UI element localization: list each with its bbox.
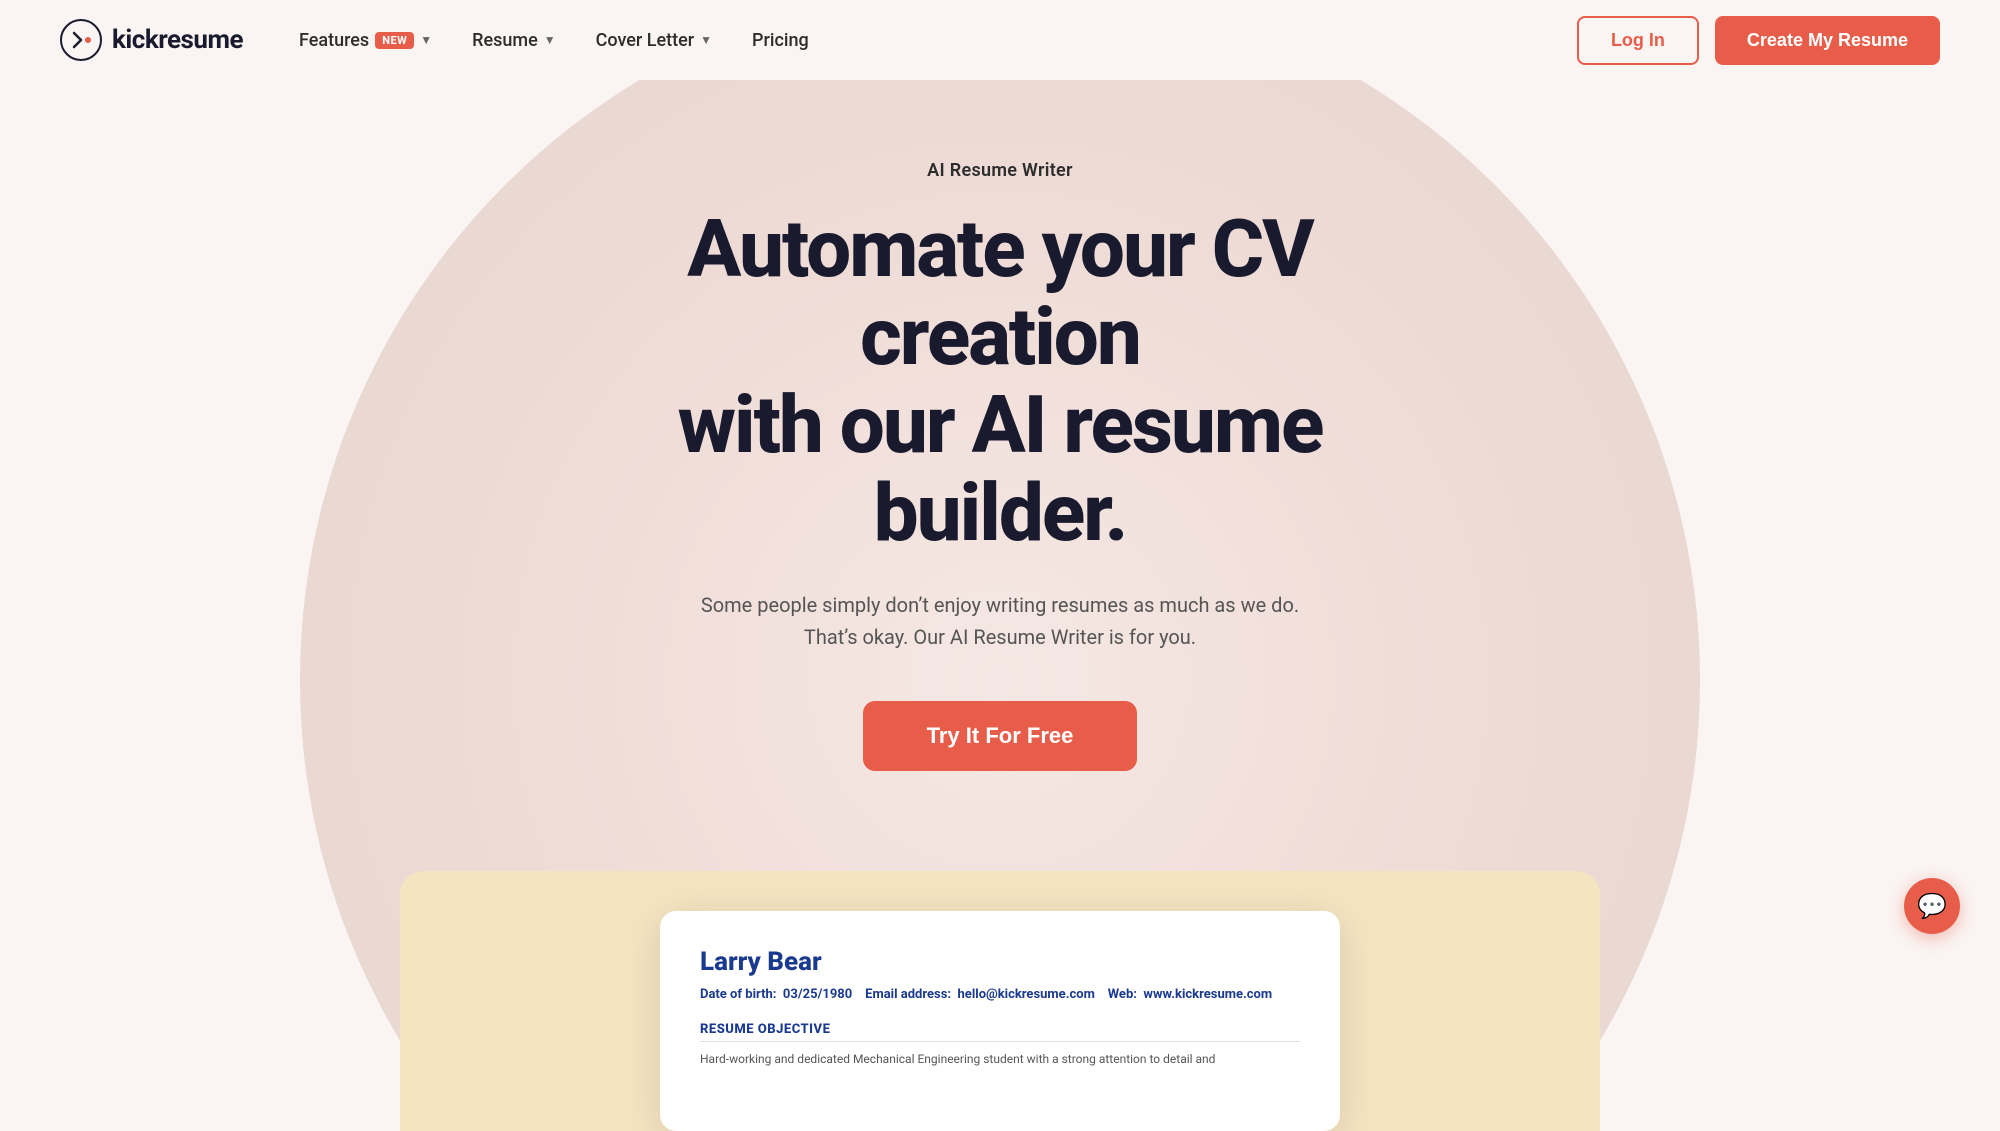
nav-item-cover-letter[interactable]: Cover Letter ▼ — [580, 22, 728, 59]
resume-dob-value: 03/25/1980 — [783, 987, 852, 1002]
navbar: kickresume Features NEW ▼ Resume ▼ Cover… — [0, 0, 2000, 80]
resume-email-value: hello@kickresume.com — [958, 987, 1095, 1002]
nav-items: Features NEW ▼ Resume ▼ Cover Letter ▼ P… — [283, 22, 825, 59]
cover-letter-chevron-icon: ▼ — [700, 33, 712, 47]
chat-icon: 💬 — [1917, 892, 1947, 920]
hero-content: AI Resume Writer Automate your CV creati… — [550, 160, 1450, 851]
nav-features-label: Features — [299, 30, 369, 51]
resume-section-title: RESUME OBJECTIVE — [700, 1022, 1300, 1042]
resume-web-value: www.kickresume.com — [1143, 987, 1272, 1002]
resume-name: Larry Bear — [700, 947, 1300, 977]
features-new-badge: NEW — [375, 32, 414, 49]
resume-web-label: Web: — [1108, 987, 1137, 1002]
nav-resume-label: Resume — [472, 30, 538, 51]
preview-section: Larry Bear Date of birth: 03/25/1980 Ema… — [0, 851, 2000, 1131]
preview-wrapper: Larry Bear Date of birth: 03/25/1980 Ema… — [400, 871, 1600, 1131]
create-resume-button[interactable]: Create My Resume — [1715, 16, 1940, 65]
navbar-right: Log In Create My Resume — [1577, 16, 1940, 65]
features-chevron-icon: ▼ — [420, 33, 432, 47]
hero-section: AI Resume Writer Automate your CV creati… — [0, 80, 2000, 1131]
nav-item-resume[interactable]: Resume ▼ — [456, 22, 571, 59]
resume-card: Larry Bear Date of birth: 03/25/1980 Ema… — [660, 911, 1340, 1131]
logo-text: kickresume — [112, 25, 243, 55]
nav-pricing-label: Pricing — [752, 30, 809, 51]
resume-contact: Date of birth: 03/25/1980 Email address:… — [700, 987, 1300, 1002]
nav-item-pricing[interactable]: Pricing — [736, 22, 825, 59]
chat-bubble[interactable]: 💬 — [1904, 878, 1960, 934]
hero-title: Automate your CV creation with our AI re… — [550, 205, 1450, 557]
login-button[interactable]: Log In — [1577, 16, 1699, 65]
hero-eyebrow: AI Resume Writer — [550, 160, 1450, 181]
resume-body-text: Hard-working and dedicated Mechanical En… — [700, 1050, 1300, 1068]
resume-dob-label: Date of birth: — [700, 987, 776, 1002]
nav-item-features[interactable]: Features NEW ▼ — [283, 22, 448, 59]
hero-title-line2: with our AI resume builder. — [678, 378, 1323, 560]
nav-cover-letter-label: Cover Letter — [596, 30, 694, 51]
try-free-button[interactable]: Try It For Free — [863, 701, 1138, 771]
hero-subtitle-line1: Some people simply don’t enjoy writing r… — [701, 593, 1299, 617]
resume-email-label: Email address: — [865, 987, 951, 1002]
hero-subtitle-line2: That’s okay. Our AI Resume Writer is for… — [804, 625, 1196, 649]
resume-chevron-icon: ▼ — [544, 33, 556, 47]
logo-icon — [60, 19, 102, 61]
logo[interactable]: kickresume — [60, 19, 243, 61]
navbar-left: kickresume Features NEW ▼ Resume ▼ Cover… — [60, 19, 825, 61]
hero-title-line1: Automate your CV creation — [687, 202, 1312, 384]
hero-subtitle: Some people simply don’t enjoy writing r… — [650, 589, 1350, 653]
